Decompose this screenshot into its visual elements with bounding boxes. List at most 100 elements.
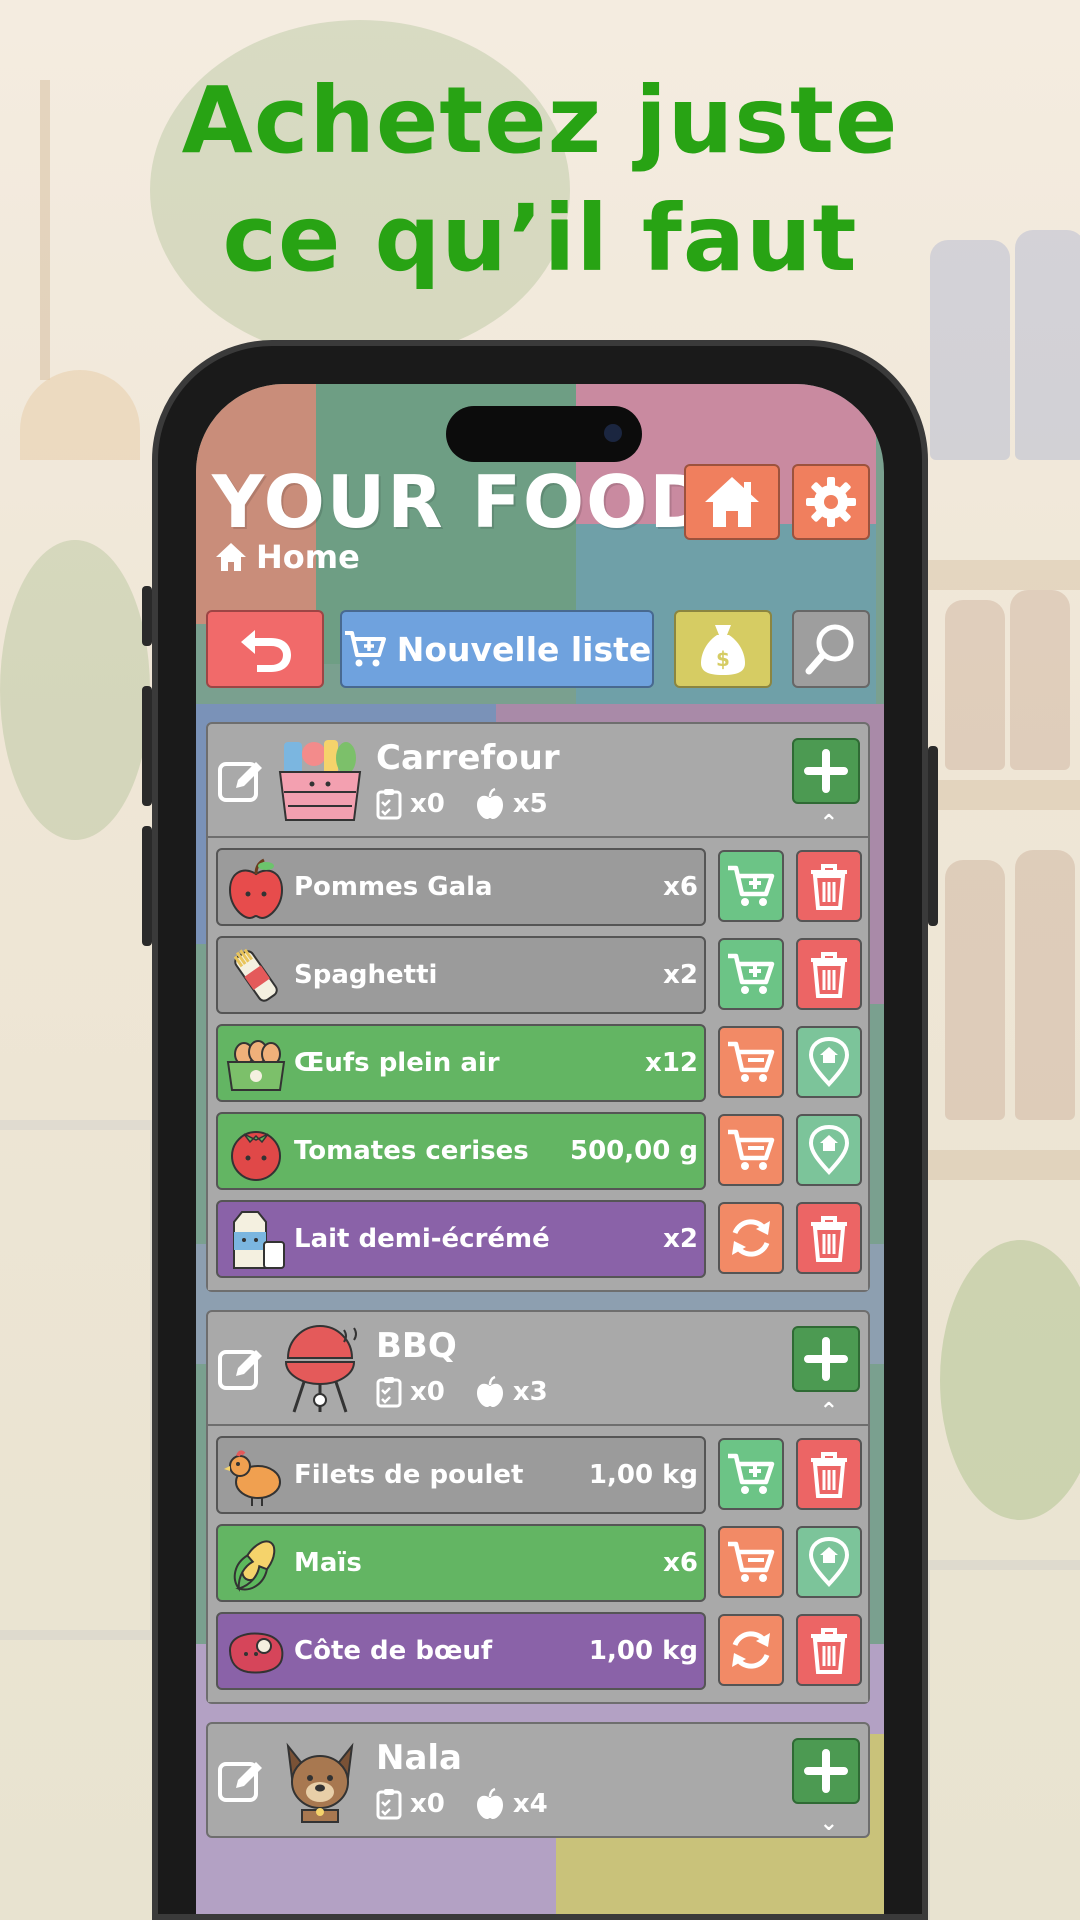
list-group-bbq: BBQ x0 x3 ⌃ Filets de poulet 1,00 kg Maï…	[206, 1310, 870, 1704]
group-name: BBQ	[376, 1326, 457, 1366]
chicken-icon	[224, 1450, 281, 1506]
plus-icon	[804, 749, 848, 793]
eggs-icon	[226, 1040, 286, 1091]
add-item-button[interactable]	[792, 1326, 860, 1392]
item-quantity: x12	[645, 1048, 698, 1078]
store-location-button[interactable]	[796, 1526, 862, 1598]
item-bar[interactable]: Filets de poulet 1,00 kg	[216, 1436, 706, 1514]
list-item: Tomates cerises 500,00 g	[216, 1108, 862, 1196]
home-button[interactable]	[684, 464, 780, 540]
edit-icon[interactable]	[216, 1342, 268, 1394]
group-header[interactable]: BBQ x0 x3 ⌃	[208, 1312, 868, 1424]
phone-frame: YOUR FOOD Home Nouvelle liste $ Carrefou…	[142, 340, 938, 1920]
delete-button[interactable]	[796, 938, 862, 1010]
group-name: Carrefour	[376, 738, 560, 778]
breadcrumb[interactable]: Home	[214, 538, 360, 576]
item-quantity: 500,00 g	[570, 1136, 698, 1166]
barbecue-icon	[284, 1325, 357, 1413]
edit-icon[interactable]	[216, 1754, 268, 1806]
lists-count: x0	[410, 1377, 445, 1407]
apple-icon	[476, 1788, 503, 1819]
search-icon	[805, 624, 854, 675]
edit-icon[interactable]	[216, 754, 268, 806]
cart-plus-icon	[728, 865, 775, 906]
location-pin-icon	[808, 1125, 850, 1175]
list-item: Pommes Gala x6	[216, 844, 862, 932]
cart-button[interactable]	[718, 1114, 784, 1186]
lists-count: x0	[410, 1789, 445, 1819]
location-pin-icon	[808, 1037, 850, 1087]
breadcrumb-label: Home	[256, 538, 360, 576]
phone-side-button	[142, 826, 152, 946]
add-to-cart-button[interactable]	[718, 938, 784, 1010]
new-list-label: Nouvelle liste	[396, 629, 652, 669]
cart-button[interactable]	[718, 1526, 784, 1598]
group-header[interactable]: Carrefour x0 x5 ⌃	[208, 724, 868, 836]
cart-button[interactable]	[718, 1026, 784, 1098]
item-name: Maïs	[294, 1548, 362, 1578]
list-item: Côte de bœuf 1,00 kg	[216, 1608, 862, 1696]
item-bar[interactable]: Pommes Gala x6	[216, 848, 706, 926]
item-quantity: x6	[663, 872, 698, 902]
item-bar[interactable]: Maïs x6	[216, 1524, 706, 1602]
shopping-basket-icon	[278, 740, 362, 821]
phone-side-button	[928, 746, 938, 926]
clipboard-checklist-icon	[376, 1377, 402, 1408]
delete-button[interactable]	[796, 1614, 862, 1686]
store-location-button[interactable]	[796, 1026, 862, 1098]
apple-icon	[476, 1376, 503, 1407]
item-bar[interactable]: Côte de bœuf 1,00 kg	[216, 1612, 706, 1690]
app-title: YOUR FOOD	[212, 460, 712, 544]
settings-button[interactable]	[792, 464, 870, 540]
delete-button[interactable]	[796, 850, 862, 922]
delete-button[interactable]	[796, 1202, 862, 1274]
item-quantity: x2	[663, 960, 698, 990]
headline-line-1: Achetez juste	[181, 67, 899, 174]
cart-plus-icon	[728, 953, 775, 994]
search-button[interactable]	[792, 610, 870, 688]
add-item-button[interactable]	[792, 1738, 860, 1804]
add-to-cart-button[interactable]	[718, 1438, 784, 1510]
trash-icon	[811, 864, 847, 910]
store-location-button[interactable]	[796, 1114, 862, 1186]
collapse-chevron-up-icon[interactable]: ⌃	[820, 1399, 838, 1424]
items-count: x3	[512, 1377, 548, 1407]
cart-plus-icon	[728, 1453, 775, 1494]
list-group-nala: Nala x0 x4 ⌄	[206, 1722, 870, 1838]
restock-button[interactable]	[718, 1202, 784, 1274]
item-name: Côte de bœuf	[294, 1636, 493, 1666]
tomato-icon	[231, 1131, 281, 1181]
item-bar[interactable]: Lait demi-écrémé x2	[216, 1200, 706, 1278]
corn-icon	[233, 1540, 276, 1592]
refresh-icon	[732, 1631, 770, 1669]
cart-icon	[728, 1041, 775, 1082]
delete-button[interactable]	[796, 1438, 862, 1510]
plus-icon	[804, 1749, 848, 1793]
list-item: Maïs x6	[216, 1520, 862, 1608]
back-button[interactable]	[206, 610, 324, 688]
item-name: Spaghetti	[294, 960, 438, 990]
item-bar[interactable]: Spaghetti x2	[216, 936, 706, 1014]
item-bar[interactable]: Tomates cerises 500,00 g	[216, 1112, 706, 1190]
add-to-cart-button[interactable]	[718, 850, 784, 922]
promo-headline: Achetez juste ce qu’il faut	[0, 62, 1080, 298]
item-bar[interactable]: Œufs plein air x12	[216, 1024, 706, 1102]
new-list-button[interactable]: Nouvelle liste	[340, 610, 654, 688]
app-screen: YOUR FOOD Home Nouvelle liste $ Carrefou…	[196, 384, 884, 1914]
item-name: Lait demi-écrémé	[294, 1224, 550, 1254]
undo-arrow-icon	[241, 630, 291, 672]
restock-button[interactable]	[718, 1614, 784, 1686]
budget-button[interactable]: $	[674, 610, 772, 688]
collapse-chevron-up-icon[interactable]: ⌃	[820, 811, 838, 836]
item-quantity: 1,00 kg	[588, 1636, 698, 1666]
milk-icon	[233, 1211, 285, 1269]
items-count: x5	[512, 789, 548, 819]
group-header[interactable]: Nala x0 x4 ⌄	[208, 1724, 868, 1836]
money-bag-icon: $	[701, 625, 745, 675]
expand-chevron-down-icon[interactable]: ⌄	[820, 1811, 838, 1836]
home-icon	[216, 543, 246, 571]
apple-icon	[228, 858, 284, 920]
add-item-button[interactable]	[792, 738, 860, 804]
phone-side-button	[142, 686, 152, 806]
dynamic-island	[446, 406, 642, 462]
